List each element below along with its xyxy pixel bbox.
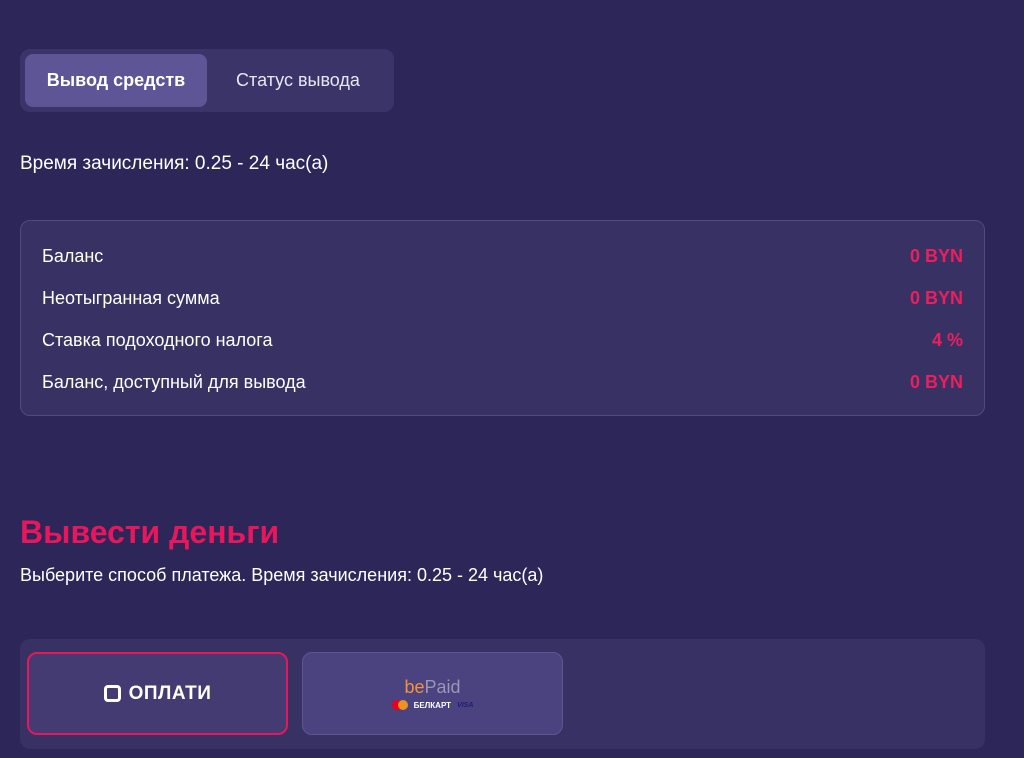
unwagered-amount-value: 0 BYN — [909, 287, 963, 308]
bepaid-logo-paid: Paid — [424, 677, 461, 697]
income-tax-label: Ставка подоходного налога — [42, 329, 273, 350]
bepaid-logo-be: be — [404, 677, 425, 697]
withdraw-title: Вывести деньги — [20, 514, 280, 550]
tab-withdraw-status[interactable]: Статус вывода — [207, 54, 389, 107]
mastercard-icon — [391, 700, 408, 710]
available-balance-row: Баланс, доступный для вывода 0 BYN — [42, 361, 963, 403]
withdraw-tabs: Вывод средств Статус вывода — [20, 49, 394, 112]
card-brands: БЕЛКАРТ VISA — [391, 700, 474, 710]
balance-row-label: Баланс — [42, 245, 104, 266]
available-balance-label: Баланс, доступный для вывода — [42, 371, 306, 392]
credit-time-text: Время зачисления: 0.25 - 24 час(а) — [20, 153, 329, 174]
bepaid-logo: bePaid — [404, 677, 460, 697]
income-tax-value: 4 % — [931, 329, 963, 350]
unwagered-amount-row: Неотыгранная сумма 0 BYN — [42, 277, 963, 319]
visa-logo: VISA — [457, 701, 474, 709]
payment-method-bepaid[interactable]: bePaid БЕЛКАРТ VISA — [302, 652, 563, 735]
oplati-logo-icon — [103, 685, 121, 702]
balance-row: Баланс 0 BYN — [42, 235, 963, 277]
oplati-logo: ОПЛАТИ — [103, 682, 212, 705]
payment-method-oplati[interactable]: ОПЛАТИ — [27, 652, 288, 735]
available-balance-value: 0 BYN — [909, 371, 963, 392]
tab-withdraw[interactable]: Вывод средств — [25, 54, 207, 107]
balance-card: Баланс 0 BYN Неотыгранная сумма 0 BYN Ст… — [20, 220, 985, 416]
income-tax-row: Ставка подоходного налога 4 % — [42, 319, 963, 361]
unwagered-amount-label: Неотыгранная сумма — [42, 287, 220, 308]
oplati-label: ОПЛАТИ — [128, 682, 212, 704]
balance-row-value: 0 BYN — [909, 245, 963, 266]
belkart-logo: БЕЛКАРТ — [413, 700, 452, 710]
payment-methods: ОПЛАТИ bePaid БЕЛКАРТ VISA — [20, 639, 985, 749]
withdraw-subtitle: Выберите способ платежа. Время зачислени… — [20, 565, 544, 585]
